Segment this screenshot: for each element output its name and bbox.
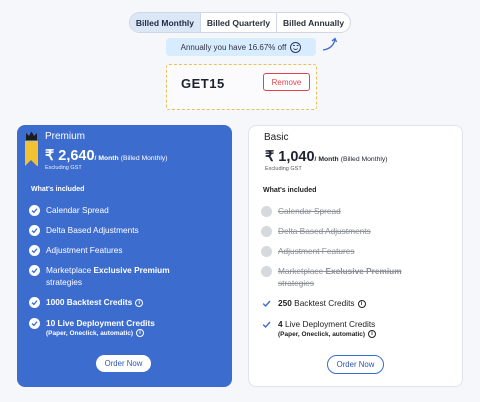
feature-item: Adjustment Features bbox=[29, 244, 123, 256]
feature-item: 1000 Backtest Credits i bbox=[29, 296, 144, 308]
price-period: / Month bbox=[314, 156, 339, 163]
check-icon bbox=[261, 319, 272, 330]
check-icon bbox=[261, 298, 272, 309]
feature-item-unavailable: Delta Based Adjustments bbox=[261, 225, 371, 237]
feature-label: Delta Based Adjustments bbox=[278, 226, 371, 236]
coupon-code: GET15 bbox=[181, 76, 225, 91]
included-heading: What's included bbox=[263, 187, 317, 194]
price-amount: ₹ 2,640 bbox=[45, 148, 95, 164]
feature-item: Calendar Spread bbox=[29, 204, 109, 216]
annual-savings-banner: Annually you have 16.67% off bbox=[166, 38, 316, 56]
basic-plan-card: Basic ₹ 1,040 / Month (Billed Monthly) E… bbox=[248, 125, 463, 387]
billed-annually-option[interactable]: Billed Annually bbox=[277, 13, 350, 32]
disabled-circle-icon bbox=[261, 225, 272, 237]
plan-price: ₹ 1,040 / Month (Billed Monthly) bbox=[265, 149, 388, 165]
curved-arrow-icon bbox=[322, 37, 338, 51]
remove-coupon-button[interactable]: Remove bbox=[263, 73, 310, 91]
feature-label: 4 Live Deployment Credits (Paper, Oneclic… bbox=[278, 319, 377, 339]
feature-label: 1000 Backtest Credits i bbox=[46, 296, 144, 308]
feature-label: Calendar Spread bbox=[46, 205, 109, 215]
smile-icon bbox=[290, 41, 302, 53]
billing-note: (Billed Monthly) bbox=[120, 155, 168, 162]
feature-item: 10 Live Deployment Credits (Paper, Onecli… bbox=[29, 317, 155, 339]
feature-item-unavailable: Calendar Spread bbox=[261, 205, 341, 217]
feature-item: Marketplace Exclusive Premium strategies bbox=[29, 264, 170, 288]
coupon-box: GET15 Remove bbox=[166, 64, 317, 110]
feature-label: Delta Based Adjustments bbox=[46, 225, 139, 235]
billed-quarterly-option[interactable]: Billed Quarterly bbox=[201, 13, 278, 32]
feature-item: 4 Live Deployment Credits (Paper, Oneclic… bbox=[261, 318, 377, 340]
disabled-circle-icon bbox=[261, 245, 272, 257]
feature-label: Marketplace Exclusive Premium strategies bbox=[278, 266, 402, 288]
tax-note: Excluding GST bbox=[45, 165, 82, 171]
premium-plan-card: Premium ₹ 2,640 / Month (Billed Monthly)… bbox=[17, 125, 232, 387]
feature-item-unavailable: Adjustment Features bbox=[261, 245, 355, 257]
order-now-button[interactable]: Order Now bbox=[327, 355, 384, 374]
disabled-circle-icon bbox=[261, 265, 272, 277]
billing-period-toggle: Billed Monthly Billed Quarterly Billed A… bbox=[129, 12, 351, 33]
feature-label: Calendar Spread bbox=[278, 206, 341, 216]
feature-label: Adjustment Features bbox=[46, 245, 123, 255]
billed-monthly-option[interactable]: Billed Monthly bbox=[130, 13, 201, 32]
feature-item-unavailable: Marketplace Exclusive Premium strategies bbox=[261, 265, 402, 289]
price-amount: ₹ 1,040 bbox=[265, 149, 315, 165]
check-circle-icon bbox=[29, 224, 40, 236]
price-period: / Month bbox=[94, 155, 119, 162]
check-circle-icon bbox=[29, 296, 40, 308]
plan-price: ₹ 2,640 / Month (Billed Monthly) bbox=[45, 148, 168, 164]
info-icon[interactable]: i bbox=[135, 298, 144, 307]
feature-label: Marketplace Exclusive Premium strategies bbox=[46, 265, 170, 287]
order-now-button[interactable]: Order Now bbox=[95, 354, 152, 373]
check-circle-icon bbox=[29, 204, 40, 216]
check-circle-icon bbox=[29, 317, 40, 329]
feature-label: 250 Backtest Credits i bbox=[278, 297, 366, 309]
info-icon[interactable]: i bbox=[136, 329, 145, 338]
billing-note: (Billed Monthly) bbox=[340, 156, 388, 163]
crown-icon bbox=[26, 131, 37, 140]
feature-label: 10 Live Deployment Credits (Paper, Onecli… bbox=[46, 318, 155, 338]
feature-item: Delta Based Adjustments bbox=[29, 224, 139, 236]
check-circle-icon bbox=[29, 264, 40, 276]
annual-savings-text: Annually you have 16.67% off bbox=[180, 42, 287, 52]
info-icon[interactable]: i bbox=[357, 299, 366, 308]
feature-item: 250 Backtest Credits i bbox=[261, 297, 366, 309]
plan-name: Premium bbox=[45, 131, 86, 142]
check-circle-icon bbox=[29, 244, 40, 256]
disabled-circle-icon bbox=[261, 205, 272, 217]
plan-name: Basic bbox=[264, 132, 289, 143]
included-heading: What's included bbox=[31, 186, 85, 193]
premium-ribbon bbox=[25, 141, 38, 166]
tax-note: Excluding GST bbox=[265, 166, 302, 172]
info-icon[interactable]: i bbox=[368, 330, 377, 339]
feature-label: Adjustment Features bbox=[278, 246, 355, 256]
